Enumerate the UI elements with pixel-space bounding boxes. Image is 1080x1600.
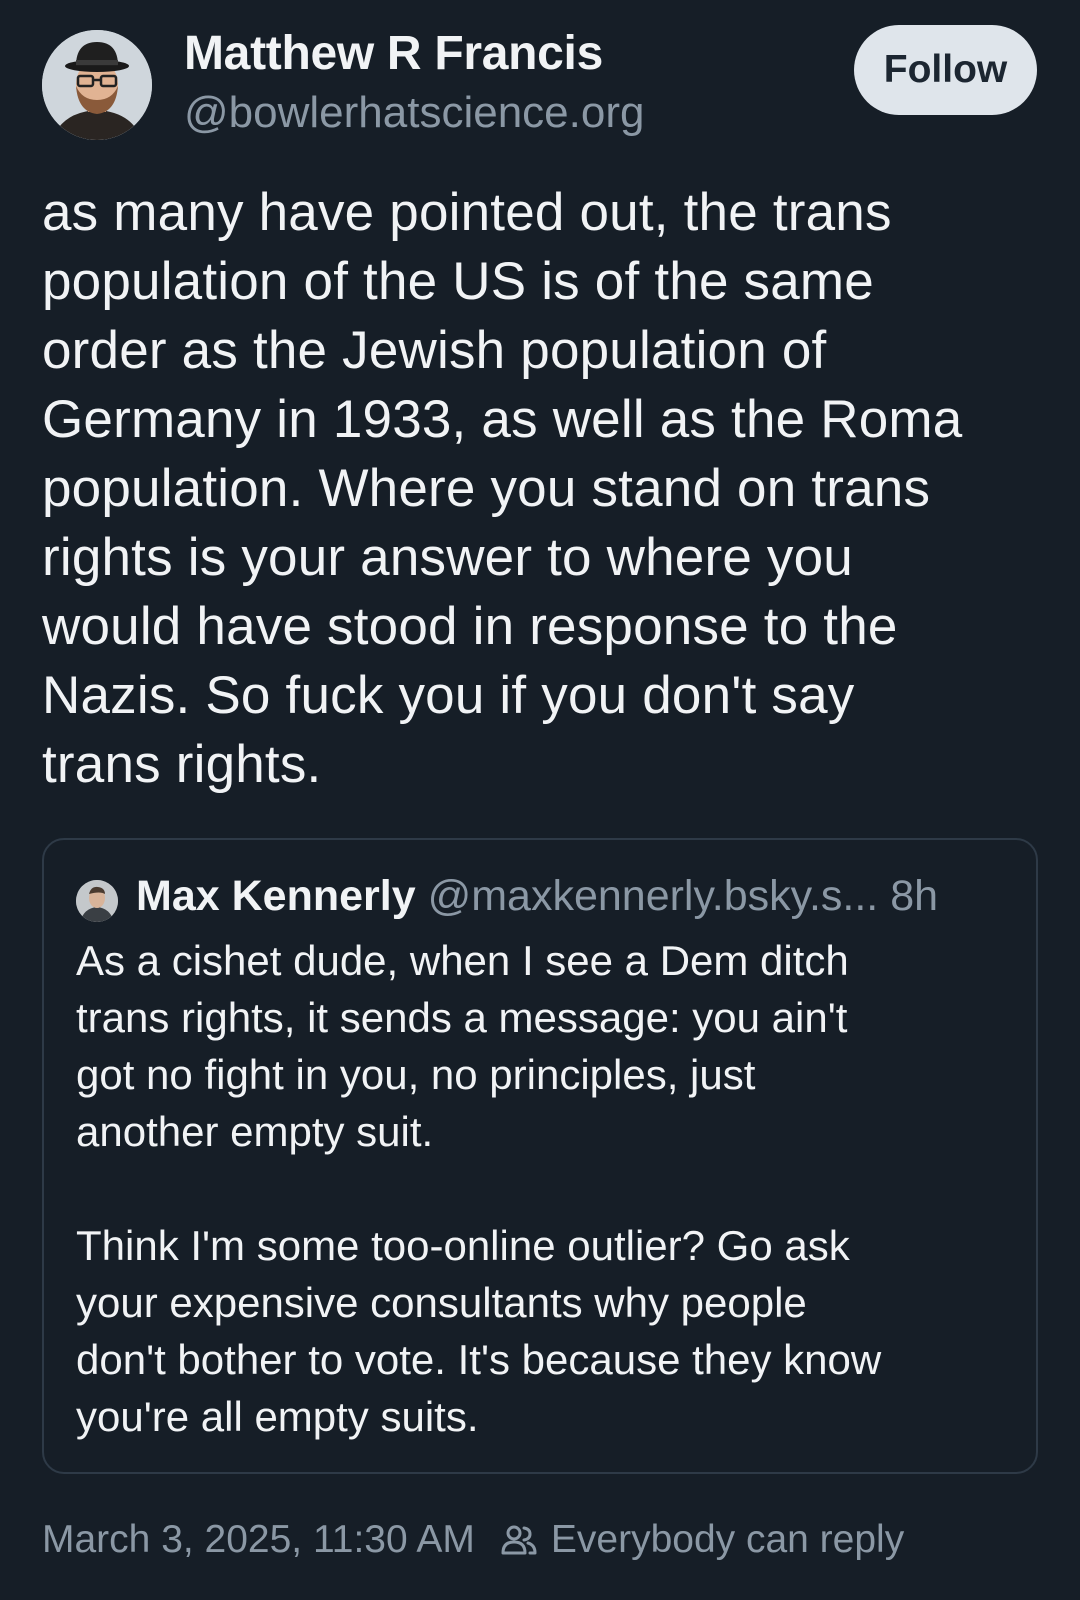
author-name[interactable]: Matthew R Francis bbox=[184, 26, 603, 81]
quoted-post-card[interactable]: Max Kennerly @maxkennerly.bsky.s... 8h A… bbox=[42, 838, 1038, 1474]
author-handle[interactable]: @bowlerhatscience.org bbox=[184, 88, 644, 138]
quoted-post-header: Max Kennerly @maxkennerly.bsky.s... 8h bbox=[136, 872, 938, 921]
author-avatar[interactable] bbox=[42, 30, 152, 140]
quoted-author-avatar[interactable] bbox=[76, 880, 118, 922]
quoted-author-handle[interactable]: @maxkennerly.bsky.s... bbox=[428, 872, 879, 920]
reply-setting[interactable]: Everybody can reply bbox=[499, 1518, 904, 1562]
quoted-author-name[interactable]: Max Kennerly bbox=[136, 872, 416, 920]
post-timestamp: March 3, 2025, 11:30 AM bbox=[42, 1518, 475, 1561]
post-footer: March 3, 2025, 11:30 AM Everybody can re… bbox=[42, 1518, 904, 1562]
quoted-post-time: 8h bbox=[890, 872, 939, 920]
post-text: as many have pointed out, the trans popu… bbox=[42, 183, 963, 794]
reply-setting-label: Everybody can reply bbox=[550, 1518, 905, 1561]
follow-button[interactable]: Follow bbox=[854, 25, 1037, 115]
post: Matthew R Francis @bowlerhatscience.org … bbox=[0, 0, 1080, 1600]
people-icon bbox=[499, 1520, 539, 1560]
quoted-post-text: As a cishet dude, when I see a Dem ditch… bbox=[76, 937, 882, 1440]
